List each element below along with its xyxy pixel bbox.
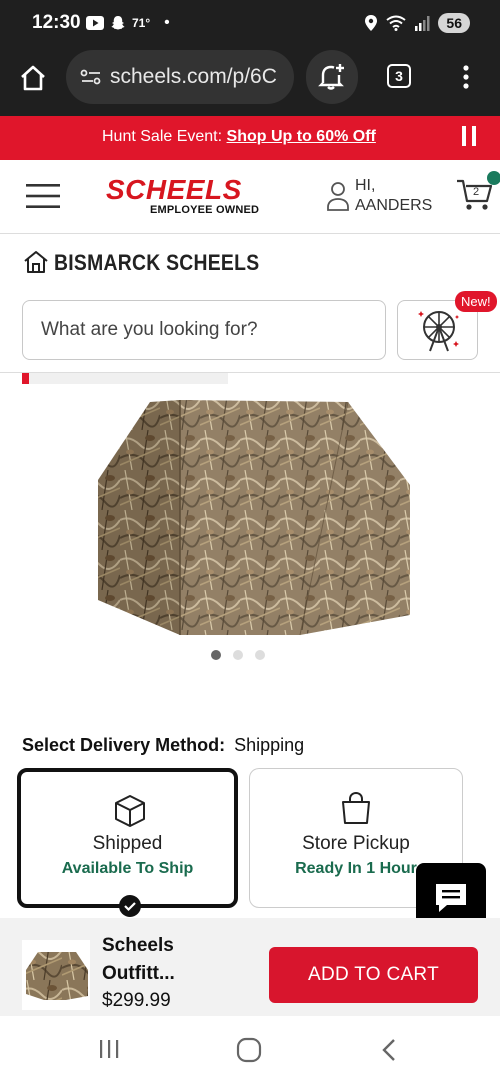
box-icon	[115, 795, 145, 827]
shipped-option[interactable]: Shipped Available To Ship	[17, 768, 238, 917]
status-dot: •	[164, 14, 170, 31]
more-options-icon[interactable]	[460, 64, 472, 90]
system-navigation-bar	[0, 1016, 500, 1083]
battery-indicator: 56	[438, 13, 470, 33]
snapchat-icon	[111, 16, 125, 30]
location-icon	[365, 15, 378, 31]
back-icon[interactable]	[380, 1038, 398, 1062]
camo-blind-image	[98, 400, 410, 636]
status-temp: 71°	[132, 16, 151, 30]
site-header: SCHEELS EMPLOYEE OWNED HI, AANDERS 2	[0, 160, 500, 234]
active-thumbnail-marker	[22, 373, 29, 384]
home-icon[interactable]	[19, 64, 47, 92]
chat-icon	[436, 884, 466, 912]
cart-notification-dot	[487, 171, 500, 185]
product-price: $299.99	[102, 990, 171, 1011]
promo-banner: Hunt Sale Event: Shop Up to 60% Off	[0, 116, 500, 160]
delivery-label: Select Delivery Method:	[22, 735, 226, 755]
hamburger-menu-icon[interactable]	[26, 184, 60, 208]
store-home-icon[interactable]	[23, 250, 49, 274]
url-text: scheels.com/p/6C	[110, 65, 277, 88]
carousel-dot-2[interactable]	[233, 650, 243, 660]
user-icon[interactable]	[326, 180, 350, 212]
scheels-logo[interactable]: SCHEELS	[106, 174, 242, 206]
account-greeting[interactable]: HI, AANDERS	[355, 176, 432, 216]
cart-count: 2	[473, 186, 480, 198]
recent-apps-icon[interactable]	[98, 1038, 120, 1060]
notification-add-button[interactable]	[306, 50, 358, 104]
image-thumbnail-strip	[22, 373, 228, 384]
promo-link[interactable]: Shop Up to 60% Off	[227, 128, 376, 145]
search-placeholder: What are you looking for?	[41, 319, 258, 340]
delivery-method-heading: Select Delivery Method: Shipping	[22, 735, 304, 756]
promo-text: Hunt Sale Event: Shop Up to 60% Off	[102, 128, 376, 146]
product-image[interactable]	[80, 390, 420, 645]
tab-switcher-button[interactable]: 3	[387, 64, 411, 88]
search-input[interactable]: What are you looking for?	[22, 300, 386, 360]
pause-icon[interactable]	[461, 126, 477, 146]
product-name-line2: Outfitt...	[102, 963, 175, 984]
logo-tagline: EMPLOYEE OWNED	[150, 204, 260, 216]
status-bar: 12:30 71° • 56	[0, 0, 500, 50]
bell-plus-icon	[318, 64, 344, 90]
product-thumbnail-image	[26, 952, 88, 1000]
product-name-line1: Scheels	[102, 935, 174, 956]
selected-check-icon	[119, 895, 141, 917]
status-right-icons: 56	[364, 13, 470, 33]
home-nav-icon[interactable]	[236, 1037, 262, 1063]
shipped-status: Available To Ship	[61, 860, 194, 877]
status-time: 12:30	[32, 12, 81, 33]
signal-icon	[415, 16, 430, 31]
pickup-title: Store Pickup	[302, 833, 410, 854]
delivery-selected: Shipping	[234, 735, 305, 755]
browser-toolbar: scheels.com/p/6C 3	[0, 50, 500, 116]
carousel-dot-1[interactable]	[211, 650, 221, 660]
sticky-add-to-cart-bar: Scheels Outfitt... $299.99 ADD TO CART	[0, 918, 500, 1016]
new-badge: New!	[455, 291, 497, 312]
wifi-icon	[386, 15, 407, 31]
youtube-icon	[86, 16, 104, 30]
promo-prefix: Hunt Sale Event:	[102, 128, 223, 145]
url-bar[interactable]: scheels.com/p/6C	[66, 50, 294, 104]
product-thumbnail	[22, 940, 90, 1010]
status-notification-icons: 71° •	[86, 14, 170, 32]
battery-level: 56	[446, 15, 462, 31]
site-settings-icon[interactable]	[80, 68, 102, 86]
shipped-title: Shipped	[92, 833, 163, 854]
add-to-cart-button[interactable]: ADD TO CART	[269, 947, 478, 1003]
carousel-dot-3[interactable]	[255, 650, 265, 660]
tab-count: 3	[395, 68, 403, 84]
store-name[interactable]: BISMARCK SCHEELS	[54, 250, 259, 276]
greeting-line1: HI,	[355, 177, 376, 194]
shopping-bag-icon	[342, 791, 370, 824]
ferris-wheel-icon	[418, 311, 459, 352]
product-name[interactable]: Scheels Outfitt...	[102, 932, 222, 988]
greeting-name: AANDERS	[355, 197, 433, 214]
